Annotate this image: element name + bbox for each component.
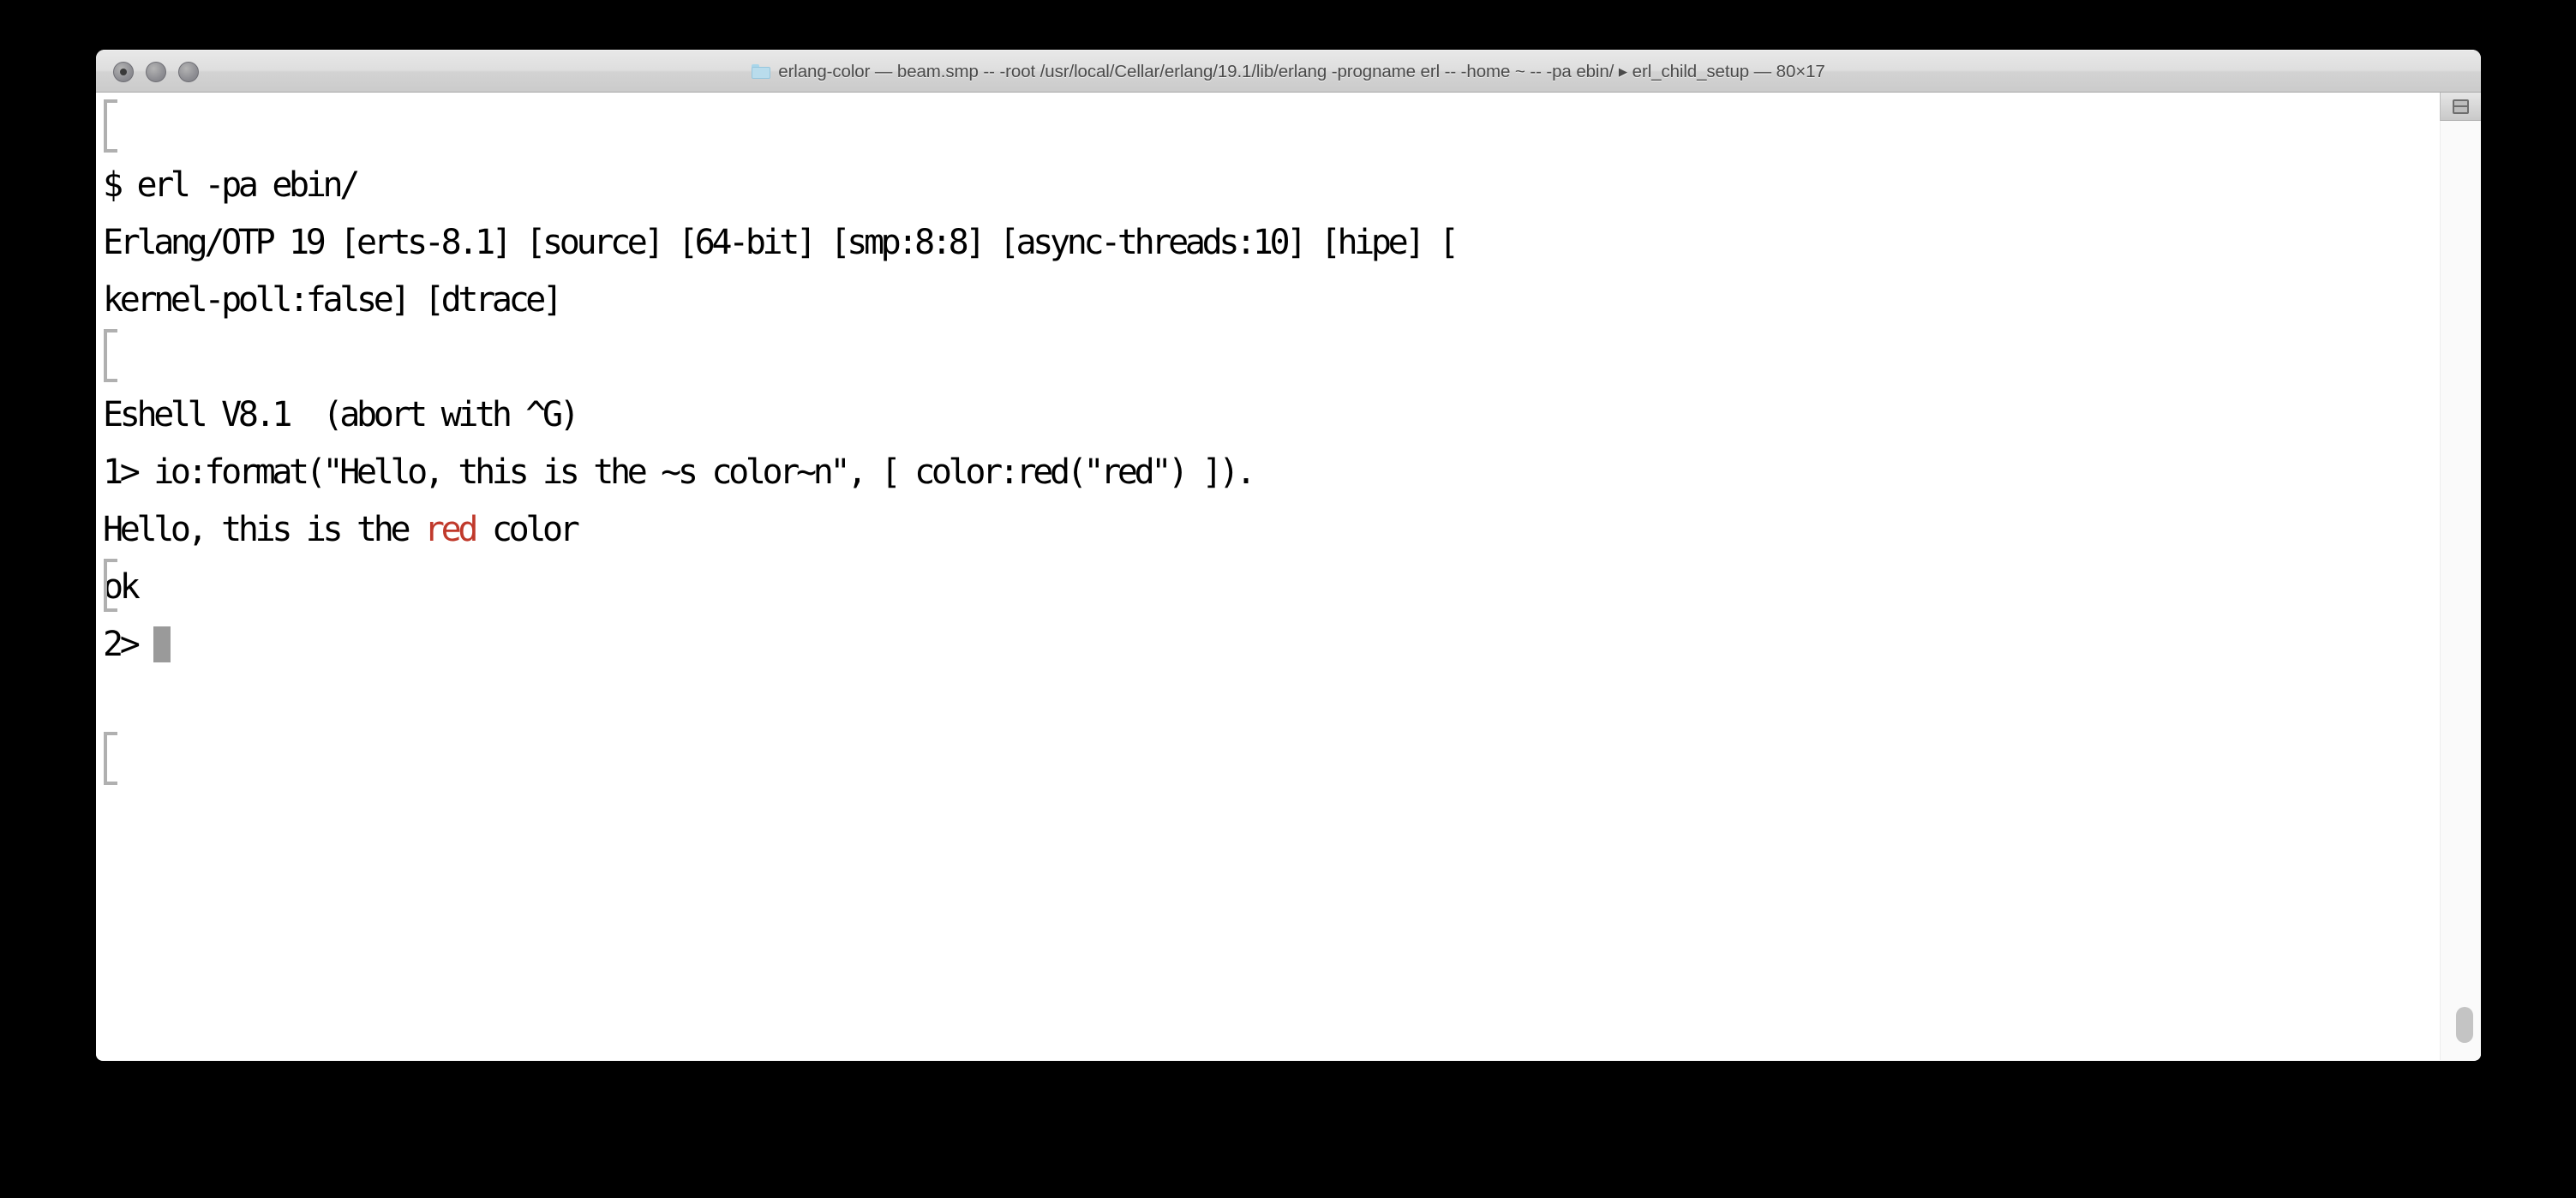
terminal-text-area[interactable]: $ erl -pa ebin/ Erlang/OTP 19 [erts-8.1]… <box>96 93 2440 1060</box>
prompt-mark-left <box>104 99 117 153</box>
window-title: erlang-color — beam.smp -- -root /usr/lo… <box>752 61 1825 82</box>
vertical-scrollbar[interactable] <box>2440 93 2481 1060</box>
output-hello-pre: Hello, this is the <box>103 510 424 549</box>
minimize-button[interactable] <box>146 62 166 82</box>
terminal-line-otp-banner-1: Erlang/OTP 19 [erts-8.1] [source] [64-bi… <box>103 223 1459 262</box>
window-titlebar[interactable]: erlang-color — beam.smp -- -root /usr/lo… <box>96 50 2481 93</box>
window-controls <box>113 51 199 93</box>
prompt-2-label: 2> <box>103 625 154 664</box>
split-pane-icon <box>2453 99 2469 114</box>
desktop-background: erlang-color — beam.smp -- -root /usr/lo… <box>0 0 2576 1198</box>
terminal-line-prompt-2[interactable]: 2> <box>96 616 2440 674</box>
terminal-line-prompt-1: 1> io:format("Hello, this is the ~s colo… <box>103 452 1256 492</box>
prompt-mark-left <box>104 732 117 785</box>
terminal-line-otp-banner-2: kernel-poll:false] [dtrace] <box>103 280 563 320</box>
prompt-mark-left <box>104 559 117 612</box>
terminal-line-eshell-banner: Eshell V8.1 (abort with ^G) <box>103 395 580 434</box>
text-cursor <box>153 626 171 662</box>
terminal-line-output-hello: Hello, this is the red color <box>96 501 2440 559</box>
terminal-line-result-ok: ok <box>103 567 141 607</box>
terminal-line-shell-command: $ erl -pa ebin/ <box>103 165 360 205</box>
split-pane-button[interactable] <box>2440 93 2481 121</box>
close-button[interactable] <box>113 62 134 82</box>
prompt-mark-left <box>104 329 117 382</box>
zoom-button[interactable] <box>178 62 199 82</box>
scrollbar-thumb[interactable] <box>2456 1007 2473 1043</box>
output-hello-post: color <box>475 510 580 549</box>
window-title-text: erlang-color — beam.smp -- -root /usr/lo… <box>778 61 1825 81</box>
terminal-body[interactable]: $ erl -pa ebin/ Erlang/OTP 19 [erts-8.1]… <box>96 93 2481 1060</box>
output-hello-red-word: red <box>423 510 479 549</box>
terminal-window[interactable]: erlang-color — beam.smp -- -root /usr/lo… <box>96 50 2481 1061</box>
folder-icon <box>752 63 771 79</box>
